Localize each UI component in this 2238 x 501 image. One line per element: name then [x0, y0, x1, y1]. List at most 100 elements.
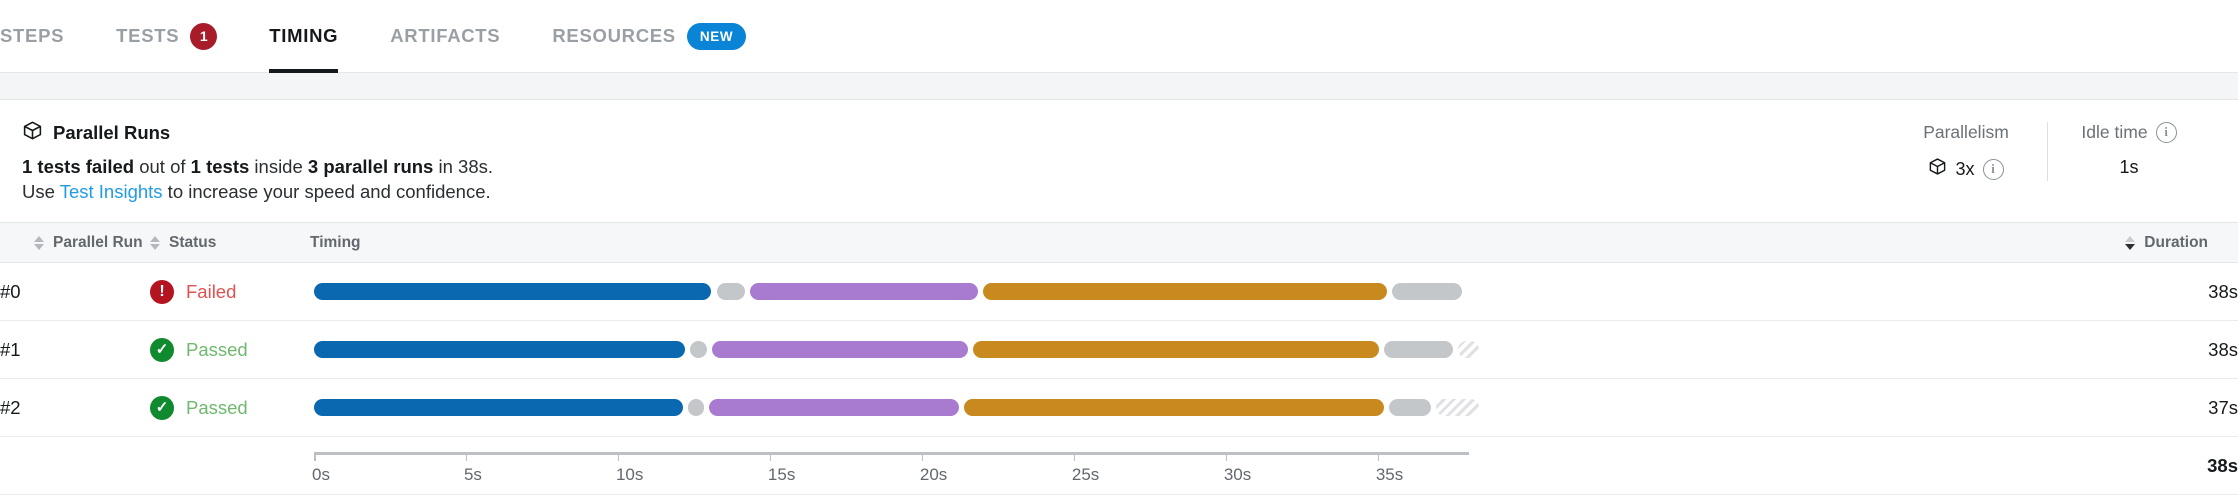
section-divider-strip [0, 73, 2238, 100]
tab-label: TESTS [116, 25, 180, 46]
column-header-timing: Timing [310, 222, 2018, 263]
tab-steps[interactable]: STEPS [0, 0, 90, 73]
check-circle-icon: ✓ [150, 395, 174, 420]
error-icon: ! [150, 279, 174, 304]
timeline-axis-row: 0s 5s 10s 15s 20s 25s 30s 35s 38s [0, 436, 2238, 495]
axis-cell: 0s 5s 10s 15s 20s 25s 30s 35s [310, 436, 2018, 495]
cell-status: ! Failed [150, 262, 310, 321]
total-duration: 38s [2018, 436, 2238, 495]
cell-duration: 38s [2018, 320, 2238, 379]
column-header-label: Status [169, 233, 217, 251]
cell-parallel-run: #1 [0, 320, 150, 379]
timeline-segment-idle[interactable] [1457, 341, 1479, 358]
cell-timing [310, 262, 2018, 321]
timeline-segment-idle[interactable] [1436, 399, 1479, 416]
timeline-segment-gap[interactable] [688, 399, 704, 416]
count-badge: 1 [190, 22, 218, 50]
timeline-segment-run[interactable] [964, 399, 1384, 416]
tab-artifacts[interactable]: ARTIFACTS [364, 0, 526, 73]
axis-tick-label: 30s [1223, 464, 1252, 484]
cell-status: ✓ Passed [150, 320, 310, 379]
summary-line-2: Use Test Insights to increase your speed… [22, 180, 493, 205]
timeline-segment-run[interactable] [314, 283, 711, 300]
axis-spacer-status [150, 436, 310, 495]
table-header-row: Parallel Run Status Timing Duration [0, 222, 2238, 263]
axis-tick-label: 15s [767, 464, 796, 484]
timeline-segment-gap[interactable] [689, 341, 707, 358]
table-row[interactable]: #0! Failed 38s [0, 262, 2238, 321]
column-header-run[interactable]: Parallel Run [0, 222, 150, 263]
cube-icon [1928, 157, 1947, 181]
summary-text-block: Parallel Runs 1 tests failed out of 1 te… [22, 120, 493, 204]
axis-tick [314, 451, 316, 461]
sort-arrows-icon[interactable] [150, 235, 160, 250]
tab-label: TIMING [269, 25, 339, 46]
summary-metrics: Parallelism 3x i Idle time i 1s [1885, 120, 2210, 181]
timeline-bar [314, 399, 2014, 416]
timeline-segment-run[interactable] [749, 283, 978, 300]
metric-parallelism-label-text: Parallelism [1923, 122, 2009, 142]
column-header-label: Duration [2144, 233, 2208, 251]
sort-arrows-icon[interactable] [2125, 235, 2136, 250]
parallel-runs-summary: Parallel Runs 1 tests failed out of 1 te… [0, 100, 2238, 222]
axis-tick-label: 0s [312, 464, 330, 484]
timeline-segment-gap[interactable] [1391, 283, 1462, 300]
cell-status: ✓ Passed [150, 378, 310, 437]
axis-tick [921, 451, 924, 461]
timeline-segment-run[interactable] [314, 399, 684, 416]
metric-parallelism: Parallelism 3x i [1885, 122, 2047, 181]
failed-tests-count: 1 tests failed [22, 156, 135, 177]
column-header-status[interactable]: Status [150, 222, 310, 263]
tab-resources[interactable]: RESOURCES NEW [526, 0, 772, 73]
metric-idle-time: Idle time i 1s [2047, 122, 2210, 181]
timeline-segment-gap[interactable] [717, 283, 745, 300]
status-badge: Passed [186, 396, 248, 418]
table-row[interactable]: #1 ✓ Passed 38s [0, 320, 2238, 379]
tab-timing[interactable]: TIMING [243, 0, 364, 73]
axis-tick-label: 10s [615, 464, 644, 484]
timeline-segment-run[interactable] [982, 283, 1387, 300]
cell-parallel-run: #0 [0, 262, 150, 321]
axis-tick-label: 25s [1071, 464, 1100, 484]
info-icon[interactable]: i [2155, 122, 2177, 143]
tab-tests[interactable]: TESTS 1 [90, 0, 243, 73]
summary-l1-p6: in 38s. [433, 156, 494, 177]
parallel-runs-table: Parallel Run Status Timing Duration #0! Fail… [0, 222, 2238, 495]
axis-spacer-run [0, 436, 150, 495]
summary-l2-prefix: Use [22, 180, 60, 202]
timeline-segment-gap[interactable] [1388, 399, 1432, 416]
metric-parallelism-label: Parallelism [1923, 122, 2009, 143]
summary-title-row: Parallel Runs [22, 120, 493, 146]
axis-tick [1377, 451, 1380, 461]
axis-tick [617, 451, 620, 461]
axis-tick [1225, 451, 1228, 461]
axis-tick-label: 5s [463, 464, 482, 484]
axis-tick-label: 20s [919, 464, 948, 484]
sort-arrows-icon[interactable] [34, 235, 44, 250]
timeline-segment-gap[interactable] [1384, 341, 1453, 358]
table-body: #0! Failed 38s #1 ✓ Passed 38s #2 ✓ Passed 37s 0s 5s… [0, 262, 2238, 495]
info-icon[interactable]: i [1982, 158, 2004, 180]
metric-parallelism-value-text: 3x [1955, 158, 1975, 179]
cell-parallel-run: #2 [0, 378, 150, 437]
column-header-label: Parallel Run [53, 233, 143, 251]
metric-idle-time-label: Idle time i [2081, 122, 2177, 143]
status-badge: Passed [186, 338, 248, 360]
total-tests-count: 1 tests [190, 156, 250, 177]
tab-label: STEPS [0, 25, 65, 46]
metric-idle-time-value-text: 1s [2119, 157, 2139, 177]
metric-idle-time-value: 1s [2119, 157, 2138, 178]
test-insights-link[interactable]: Test Insights [60, 181, 163, 202]
timeline-segment-run[interactable] [973, 341, 1380, 358]
column-header-duration[interactable]: Duration [2018, 222, 2238, 263]
timeline-segment-run[interactable] [708, 399, 960, 416]
table-row[interactable]: #2 ✓ Passed 37s [0, 378, 2238, 437]
axis-line [314, 451, 1469, 455]
timeline-bar [314, 283, 2014, 300]
axis-tick [465, 451, 468, 461]
timeline-segment-run[interactable] [314, 341, 685, 358]
tab-bar: STEPS TESTS 1 TIMING ARTIFACTS RESOURCES NEW [0, 0, 2238, 73]
axis-tick-label: 35s [1375, 464, 1404, 484]
tab-label: ARTIFACTS [390, 25, 501, 46]
timeline-segment-run[interactable] [711, 341, 969, 358]
